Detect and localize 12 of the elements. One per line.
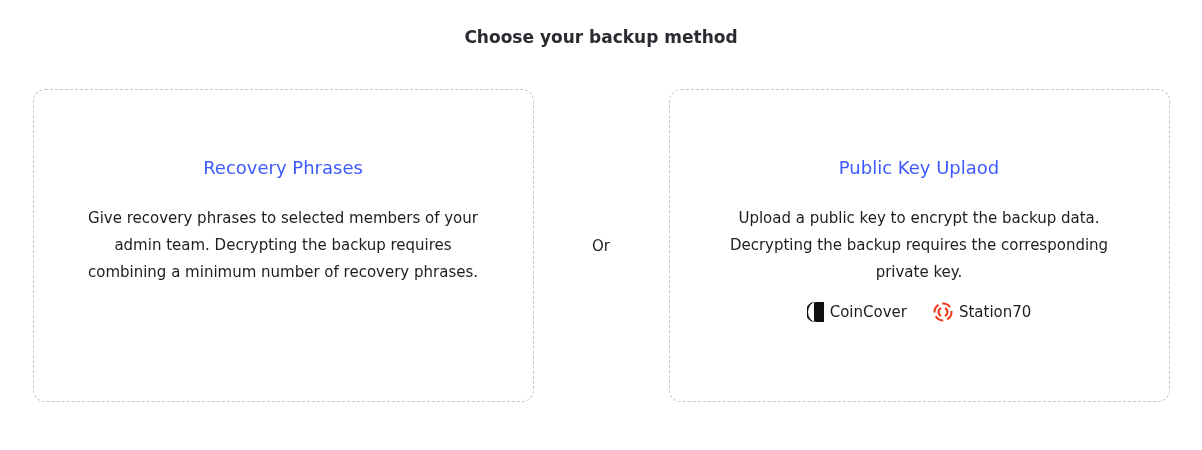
method-title: Public Key Uplaod (838, 156, 1000, 180)
method-description: Upload a public key to encrypt the backup data. Decrypting the backup requires the corresponding private key. (728, 208, 1110, 283)
partner-name: CoinCover (829, 303, 907, 321)
separator-text: Or (591, 236, 611, 255)
method-card[interactable]: Public Key Uplaod Upload a public key to encrypt the backup data. Decrypting the backup requires the corresponding private key. CoinCover Station70 (668, 89, 1170, 402)
ring-logo-icon (932, 302, 953, 322)
method-description: Give recovery phrases to selected members of your admin team. Decrypting the backup requires combining a minimum number of recovery phrases. (86, 208, 480, 283)
method-card[interactable]: Recovery Phrases Give recovery phrases to selected members of your admin team. Decrypting the backup requires combining a minimum number of recovery phrases. (32, 89, 534, 402)
half-circle-logo-icon (806, 302, 824, 322)
partner-name: Station70 (958, 303, 1032, 321)
method-title: Recovery Phrases (203, 156, 363, 180)
page-heading: Choose your backup method (464, 26, 738, 48)
